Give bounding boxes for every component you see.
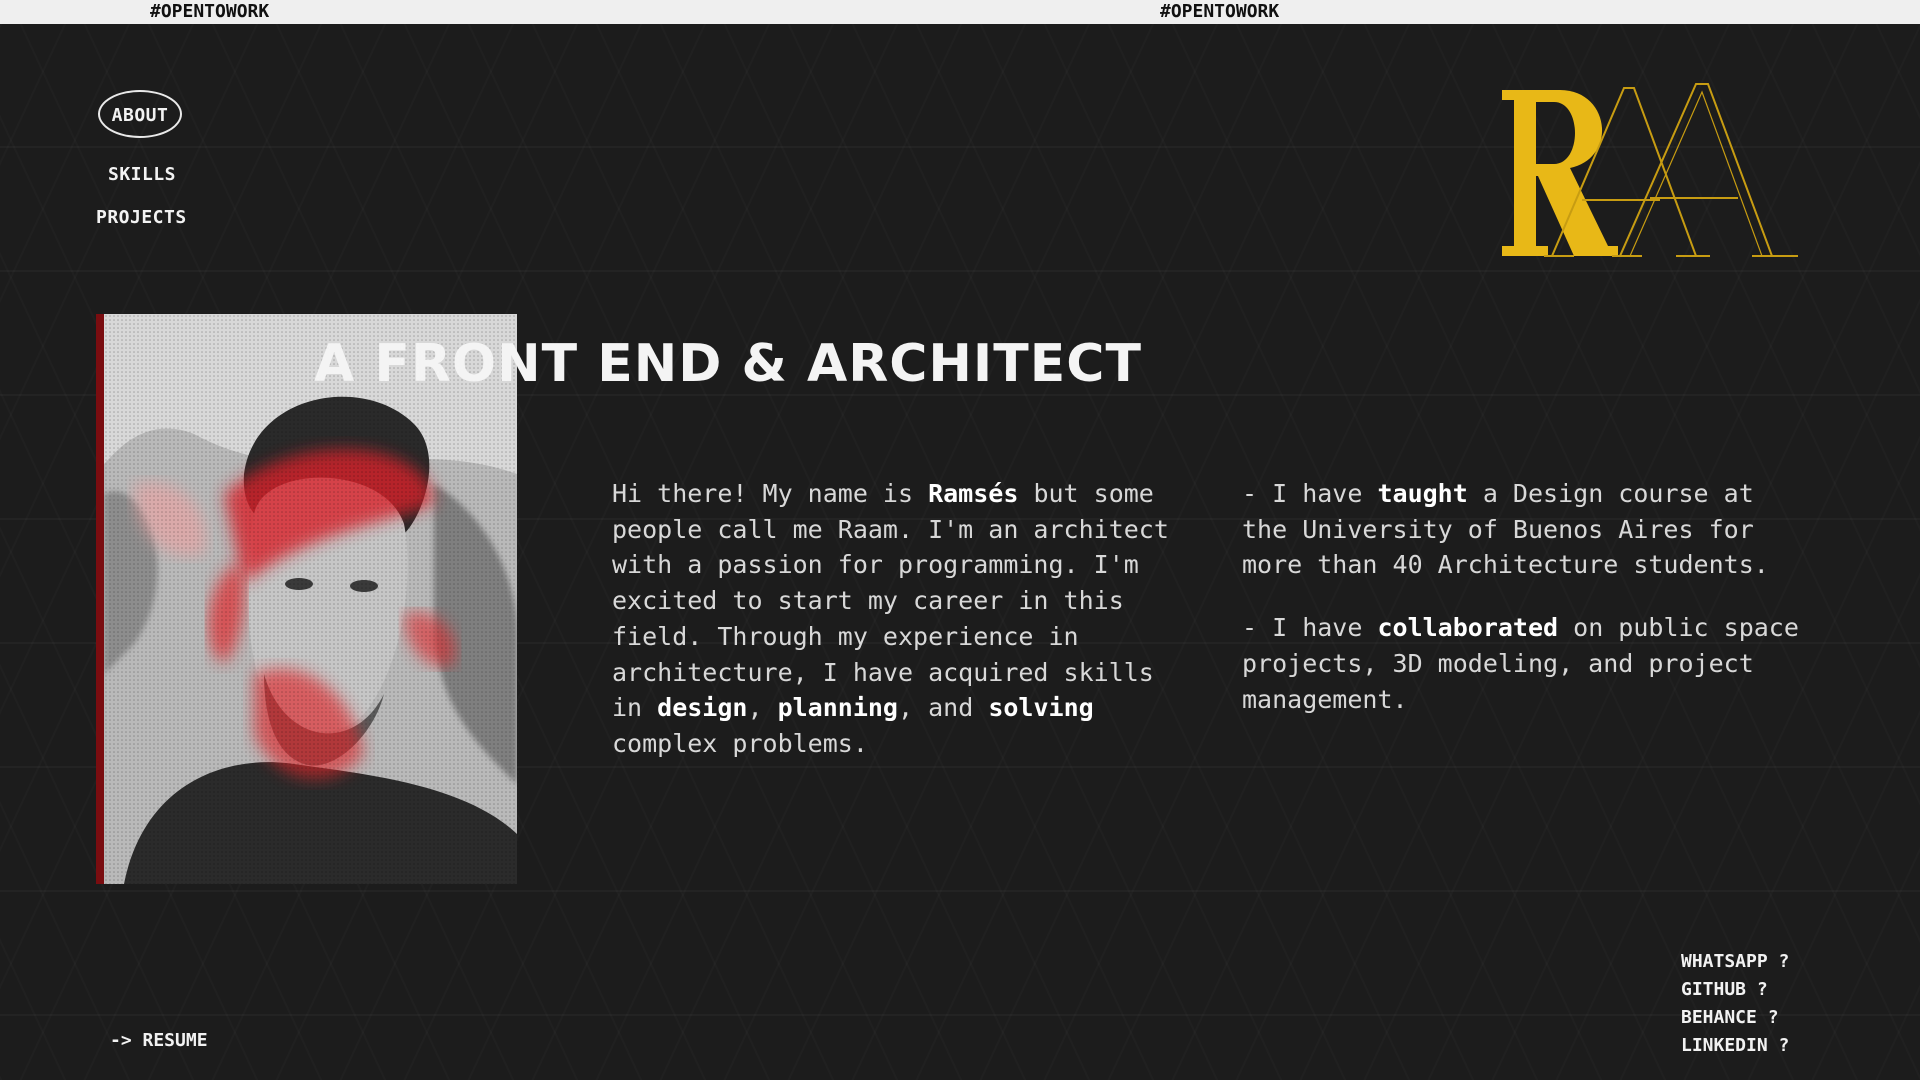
- whatsapp-link[interactable]: WHATSAPP ?: [1681, 948, 1789, 976]
- highlight-collaboration: - I have collaborated on public space pr…: [1242, 613, 1799, 714]
- highlight-teaching: - I have taught a Design course at the U…: [1242, 479, 1769, 580]
- about-highlights: - I have taught a Design course at the U…: [1242, 476, 1802, 744]
- page-headline: A FRONT END & ARCHITECT: [314, 334, 1142, 394]
- ticker-text: #OPENTOWORK: [150, 1, 270, 22]
- behance-link[interactable]: BEHANCE ?: [1681, 1004, 1789, 1032]
- main-nav: ABOUT SKILLS PROJECTS: [96, 90, 286, 228]
- nav-projects-link[interactable]: PROJECTS: [96, 207, 286, 228]
- raa-monogram-logo: [1502, 83, 1798, 257]
- linkedin-link[interactable]: LINKEDIN ?: [1681, 1032, 1789, 1060]
- resume-link[interactable]: -> RESUME: [110, 1030, 208, 1051]
- ticker-text: #OPENTOWORK: [1160, 1, 1280, 22]
- portrait-image: [104, 314, 517, 884]
- nav-about-link[interactable]: ABOUT: [98, 90, 182, 138]
- github-link[interactable]: GITHUB ?: [1681, 976, 1789, 1004]
- nav-skills-link[interactable]: SKILLS: [108, 164, 286, 185]
- about-intro: Hi there! My name is Ramsés but some peo…: [612, 476, 1172, 762]
- intro-paragraph: Hi there! My name is Ramsés but some peo…: [612, 479, 1169, 758]
- social-links: WHATSAPP ? GITHUB ? BEHANCE ? LINKEDIN ?: [1681, 948, 1789, 1060]
- open-to-work-ticker: #OPENTOWORK #OPENTOWORK: [0, 0, 1920, 24]
- site-logo[interactable]: [1500, 80, 1800, 260]
- profile-photo: [96, 314, 517, 884]
